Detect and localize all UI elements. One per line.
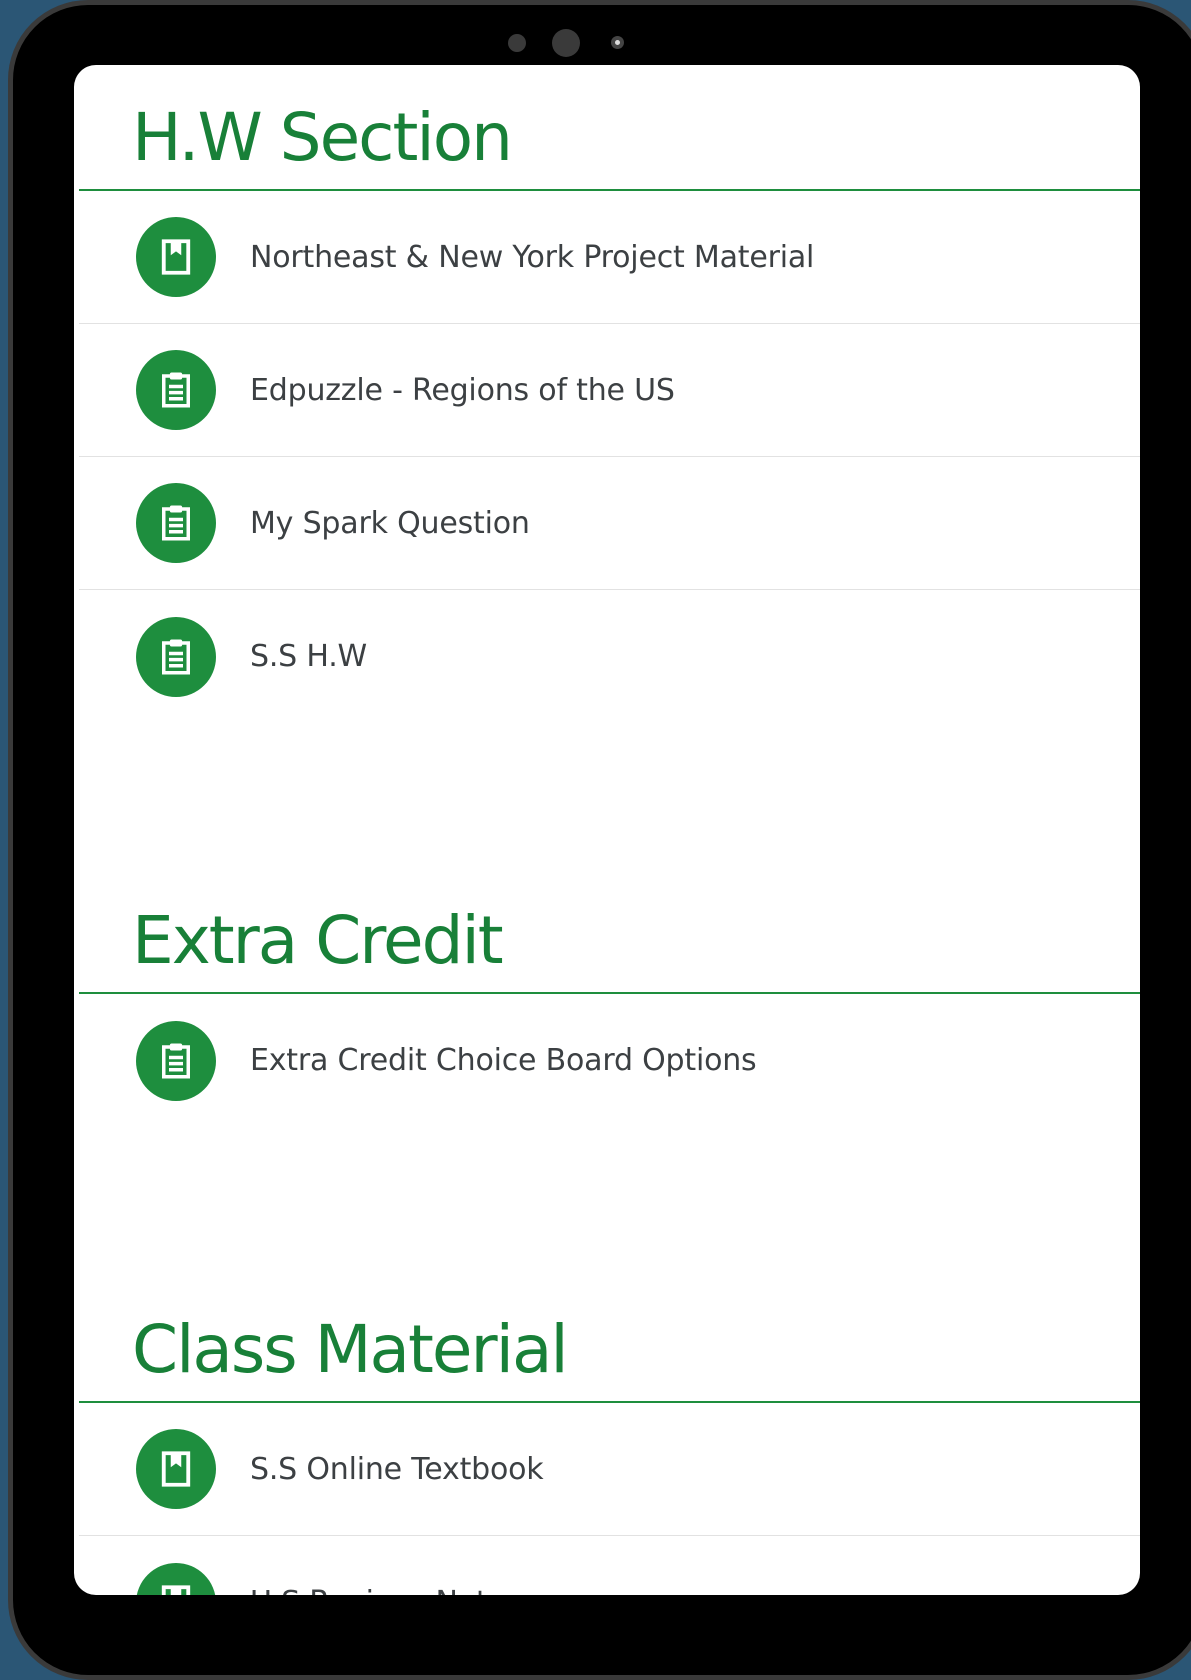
- list-item[interactable]: S.S Online Textbook: [79, 1403, 1140, 1536]
- book-icon: [136, 217, 216, 297]
- item-label: S.S Online Textbook: [250, 1451, 544, 1487]
- list-item[interactable]: Extra Credit Choice Board Options: [79, 994, 1140, 1127]
- section-hw: H.W Section Northeast & New York Project…: [74, 65, 1140, 723]
- assignment-icon: [136, 616, 216, 697]
- camera-lens: [552, 29, 580, 57]
- item-label: Extra Credit Choice Board Options: [250, 1043, 757, 1078]
- section-title: Class Material: [132, 1311, 569, 1388]
- section-class-material: Class Material S.S Online Textbook U.S R…: [74, 1277, 1140, 1595]
- list-item[interactable]: U.S Regions Notes: [79, 1536, 1140, 1595]
- list-item[interactable]: Northeast & New York Project Material: [79, 191, 1140, 324]
- list-item[interactable]: My Spark Question: [79, 457, 1140, 590]
- assignment-icon: [136, 483, 216, 563]
- book-icon: [136, 1562, 216, 1595]
- item-label: U.S Regions Notes: [250, 1585, 521, 1595]
- item-label: Northeast & New York Project Material: [250, 239, 815, 275]
- front-camera: [611, 36, 624, 49]
- assignment-icon: [136, 350, 216, 430]
- list-item[interactable]: S.S H.W: [79, 590, 1140, 723]
- item-label: My Spark Question: [250, 505, 530, 541]
- sensor-dot: [508, 34, 526, 52]
- list-item[interactable]: Edpuzzle - Regions of the US: [79, 324, 1140, 457]
- item-label: S.S H.W: [250, 639, 367, 674]
- section-title: Extra Credit: [132, 902, 504, 979]
- section-extra-credit: Extra Credit Extra Credit Choice Board O…: [74, 868, 1140, 1127]
- assignment-icon: [136, 1020, 216, 1101]
- item-label: Edpuzzle - Regions of the US: [250, 372, 675, 408]
- section-title: H.W Section: [132, 99, 513, 176]
- book-icon: [136, 1429, 216, 1509]
- classwork-screen: H.W Section Northeast & New York Project…: [74, 65, 1140, 1595]
